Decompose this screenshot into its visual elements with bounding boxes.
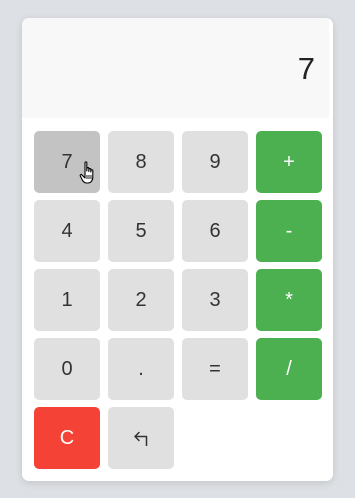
decimal-button[interactable]: . <box>108 338 174 400</box>
display: 7 <box>22 18 329 118</box>
multiply-button[interactable]: * <box>256 269 322 331</box>
key-4-button[interactable]: 4 <box>34 200 100 262</box>
key-2-button[interactable]: 2 <box>108 269 174 331</box>
divide-button[interactable]: / <box>256 338 322 400</box>
keypad: 7 8 9 + 4 5 6 - 1 2 3 * 0 . = / C <box>34 131 322 469</box>
key-9-button[interactable]: 9 <box>182 131 248 193</box>
key-3-button[interactable]: 3 <box>182 269 248 331</box>
backspace-button[interactable] <box>108 407 174 469</box>
clear-button[interactable]: C <box>34 407 100 469</box>
key-5-button[interactable]: 5 <box>108 200 174 262</box>
key-7-button[interactable]: 7 <box>34 131 100 193</box>
subtract-button[interactable]: - <box>256 200 322 262</box>
calculator: 7 7 8 9 + 4 5 6 - 1 2 3 * 0 . = / C <box>22 18 333 481</box>
key-1-button[interactable]: 1 <box>34 269 100 331</box>
undo-arrow-icon <box>131 428 151 448</box>
key-0-button[interactable]: 0 <box>34 338 100 400</box>
display-value: 7 <box>297 50 315 86</box>
key-8-button[interactable]: 8 <box>108 131 174 193</box>
add-button[interactable]: + <box>256 131 322 193</box>
key-6-button[interactable]: 6 <box>182 200 248 262</box>
equals-button[interactable]: = <box>182 338 248 400</box>
